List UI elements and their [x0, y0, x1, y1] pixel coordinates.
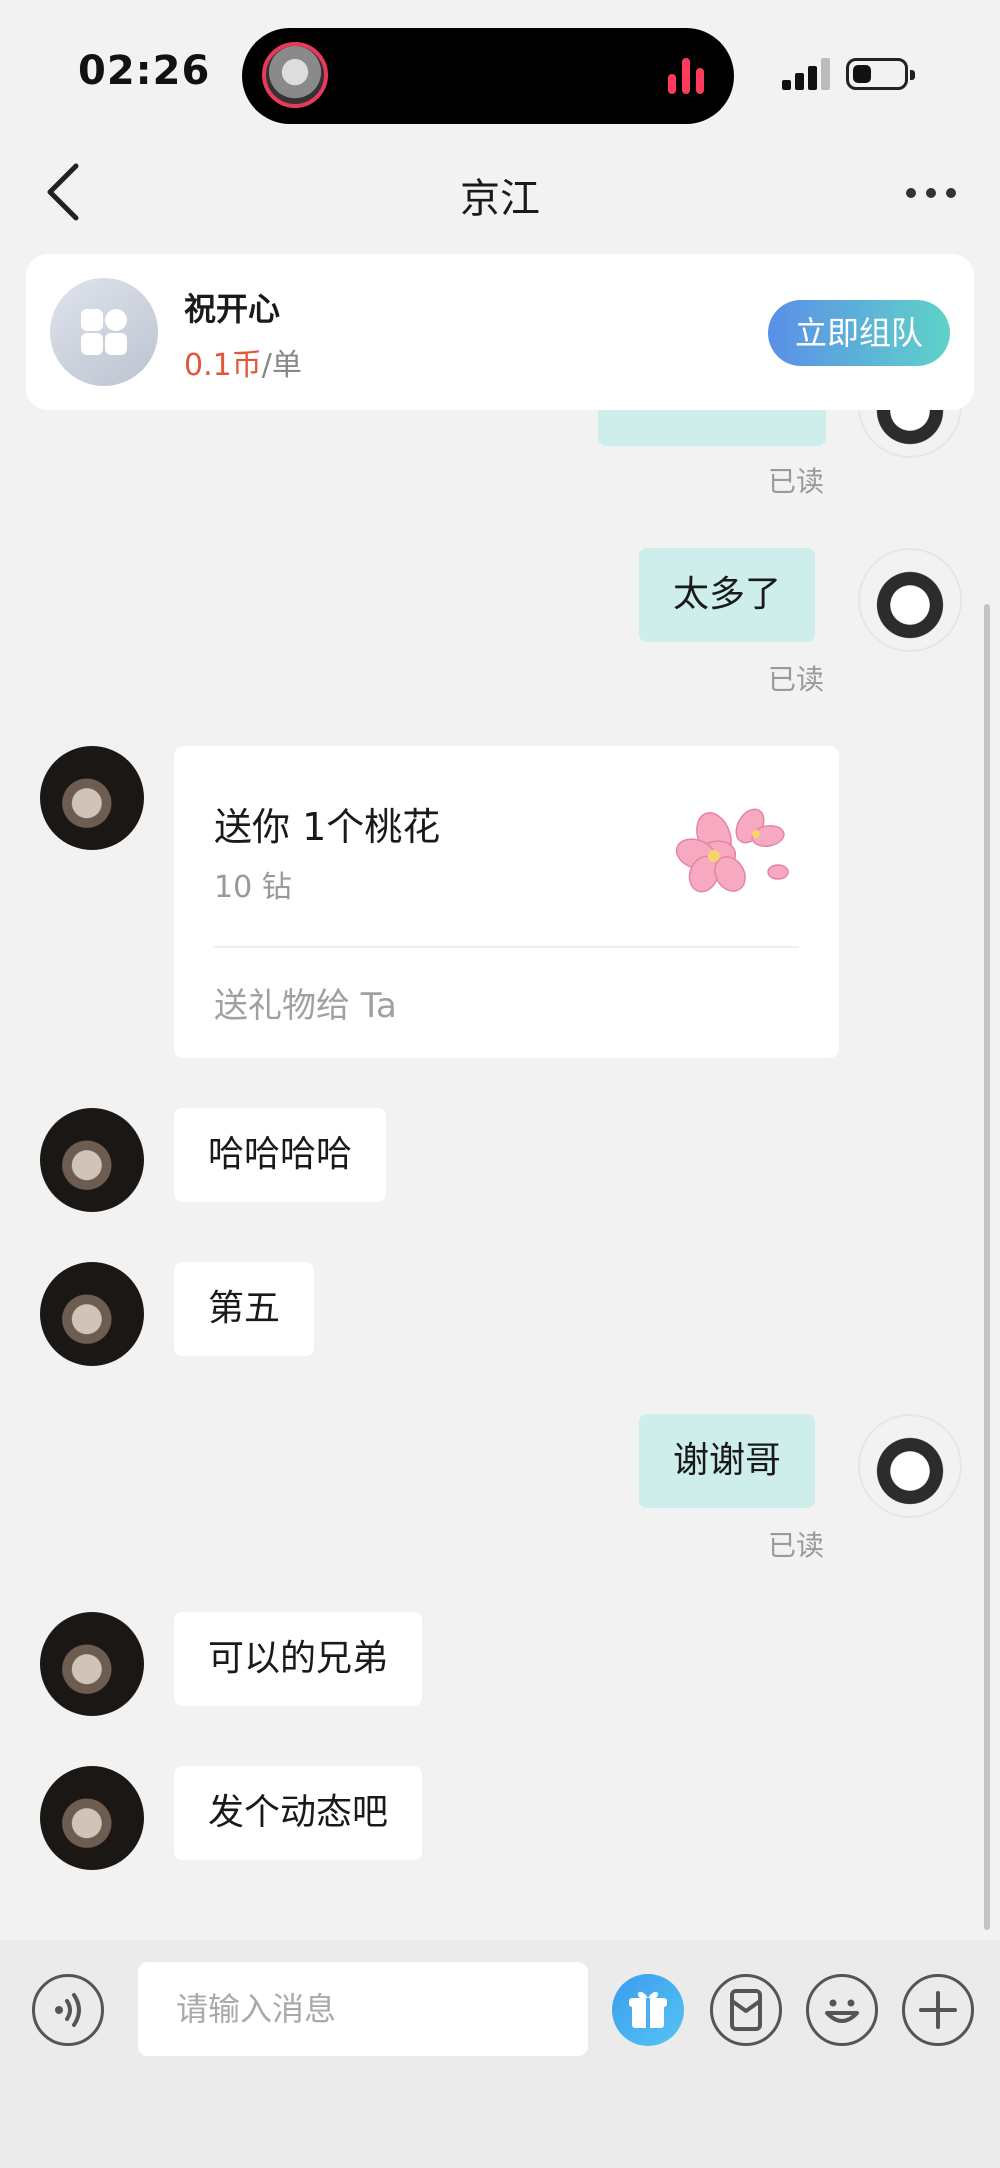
- voice-input-button[interactable]: [32, 1974, 104, 2046]
- message-bubble-mine[interactable]: 太多了: [639, 548, 816, 642]
- red-packet-icon: [730, 1989, 762, 2031]
- gift-price: 10 钻: [214, 870, 292, 905]
- gift-title: 送你 1个桃花: [214, 805, 441, 849]
- contact-avatar[interactable]: [40, 1108, 144, 1212]
- message-bubble-theirs[interactable]: 发个动态吧: [174, 1766, 423, 1860]
- gift-card[interactable]: 送你 1个桃花 10 钻 送礼物给 Ta: [174, 746, 839, 1058]
- contact-avatar[interactable]: [40, 1612, 144, 1716]
- peach-blossom-icon: [675, 808, 789, 893]
- more-actions-button[interactable]: [902, 1974, 974, 2046]
- my-avatar[interactable]: [858, 548, 962, 652]
- contact-avatar[interactable]: [40, 1262, 144, 1366]
- message-bubble-theirs[interactable]: 哈哈哈哈: [174, 1108, 387, 1202]
- cellular-signal-icon: [782, 58, 832, 90]
- plus-icon: [919, 1991, 957, 2029]
- status-time: 02:26: [78, 48, 211, 94]
- read-receipt: 已读: [768, 465, 825, 498]
- service-name: 祝开心: [184, 290, 281, 328]
- read-receipt: 已读: [768, 663, 825, 696]
- message-input[interactable]: [138, 1962, 588, 2056]
- service-price: 0.1币/单: [184, 340, 302, 384]
- page-title: 京江: [460, 176, 540, 222]
- audio-wave-icon: [668, 58, 708, 94]
- dynamic-island[interactable]: [242, 28, 734, 124]
- contact-avatar[interactable]: [40, 1766, 144, 1870]
- message-bubble-mine[interactable]: 谢谢哥: [639, 1414, 816, 1508]
- message-bubble-theirs[interactable]: 可以的兄弟: [174, 1612, 423, 1706]
- smiley-icon: [825, 1999, 859, 2023]
- gift-icon: [629, 1991, 667, 2028]
- gift-button[interactable]: [612, 1974, 684, 2046]
- price-unit: /单: [261, 348, 302, 383]
- my-avatar[interactable]: [858, 1414, 962, 1518]
- send-gift-link[interactable]: 送礼物给 Ta: [214, 978, 397, 1027]
- divider: [214, 946, 799, 948]
- contact-avatar[interactable]: [40, 746, 144, 850]
- scrollbar[interactable]: [984, 604, 990, 1930]
- battery-icon: [846, 58, 915, 90]
- message-bubble-theirs[interactable]: 第五: [174, 1262, 315, 1356]
- read-receipt: 已读: [768, 1529, 825, 1562]
- now-playing-avatar: [262, 42, 328, 108]
- service-card[interactable]: 祝开心 0.1币/单 立即组队: [26, 254, 974, 410]
- voice-icon: [55, 1993, 81, 2027]
- red-packet-button[interactable]: [710, 1974, 782, 2046]
- price-value: 0.1币: [184, 348, 262, 383]
- more-options-icon[interactable]: [906, 188, 956, 198]
- app-grid-icon: [50, 278, 158, 386]
- team-up-button[interactable]: 立即组队: [768, 300, 950, 366]
- emoji-button[interactable]: [806, 1974, 878, 2046]
